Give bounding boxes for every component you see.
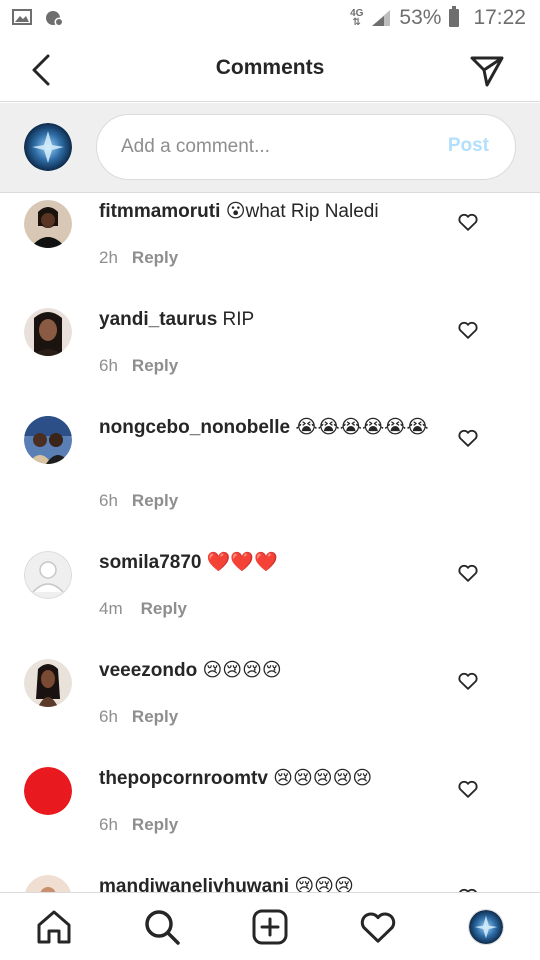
comment-text: fitmmamoruti 😮what Rip Naledi <box>99 198 439 226</box>
post-button[interactable]: Post <box>448 135 489 157</box>
comment-input[interactable] <box>121 115 421 179</box>
comment-text: nongcebo_nonobelle 😭😭😭😭😭😭 <box>99 414 439 442</box>
comment-body: ❤️❤️❤️ <box>206 552 278 573</box>
nav-new-post[interactable] <box>250 907 290 947</box>
home-icon <box>37 910 71 944</box>
comment-composer: Post <box>0 103 540 193</box>
search-icon <box>145 910 180 945</box>
share-button[interactable] <box>466 50 506 90</box>
like-heart-icon[interactable] <box>457 562 479 584</box>
like-heart-icon[interactable] <box>457 670 479 692</box>
clock: 17:22 <box>473 6 526 29</box>
comment-time: 6h <box>99 707 118 726</box>
like-heart-icon[interactable] <box>457 427 479 449</box>
chevron-left-icon <box>32 54 50 86</box>
comment-body: 😢😢😢😢😢 <box>273 768 373 789</box>
comment-body: 😮what Rip Naledi <box>225 201 379 222</box>
battery-icon <box>449 6 460 27</box>
comment-meta: 6h Reply <box>99 491 178 511</box>
comment-meta: 6h Reply <box>99 356 178 376</box>
commenter-avatar[interactable] <box>24 416 72 464</box>
like-heart-icon[interactable] <box>457 319 479 341</box>
comment-time: 4m <box>99 599 123 618</box>
back-button[interactable] <box>22 50 62 90</box>
status-bar: 4G ⇅ 53% 17:22 <box>0 0 540 36</box>
vpn-settings-notification-icon <box>46 11 64 27</box>
bottom-navigation <box>0 892 540 960</box>
comment-meta: 2h Reply <box>99 248 178 268</box>
nav-profile-avatar[interactable] <box>468 909 504 945</box>
red-avatar-fill <box>24 767 72 815</box>
paper-plane-icon <box>470 56 504 87</box>
comment-meta: 6h Reply <box>99 707 178 727</box>
comment-time: 6h <box>99 356 118 375</box>
comments-list: fitmmamoruti 😮what Rip Naledi 2h Reply ya… <box>0 194 540 892</box>
commenter-avatar[interactable] <box>24 308 72 356</box>
commenter-avatar[interactable] <box>24 551 72 599</box>
comment-meta: 4m Reply <box>99 599 187 619</box>
comment-username[interactable]: nongcebo_nonobelle <box>99 417 290 438</box>
nav-search[interactable] <box>142 907 182 947</box>
battery-percent: 53% <box>399 6 442 29</box>
comment-meta: 6h Reply <box>99 815 178 835</box>
signal-strength-icon <box>372 10 391 26</box>
reply-button[interactable]: Reply <box>132 815 178 834</box>
comment-text: thepopcornroomtv 😢😢😢😢😢 <box>99 765 439 793</box>
reply-button[interactable]: Reply <box>132 491 178 510</box>
commenter-avatar[interactable] <box>24 200 72 248</box>
comment-box[interactable]: Post <box>96 114 516 180</box>
comment-username[interactable]: somila7870 <box>99 552 201 573</box>
comment-text: somila7870 ❤️❤️❤️ <box>99 549 439 577</box>
comment-username[interactable]: fitmmamoruti <box>99 201 220 222</box>
comment-username[interactable]: yandi_taurus <box>99 309 217 330</box>
comment-text: mandiwanelivhuwani 😢😢😢 <box>99 873 439 892</box>
own-avatar <box>24 123 72 171</box>
comment-time: 6h <box>99 815 118 834</box>
commenter-avatar[interactable] <box>24 875 72 892</box>
reply-button[interactable]: Reply <box>141 599 187 618</box>
comment-username[interactable]: veeezondo <box>99 660 197 681</box>
reply-button[interactable]: Reply <box>132 356 178 375</box>
nav-home[interactable] <box>34 907 74 947</box>
comment-body: 😢😢😢 <box>294 876 354 892</box>
comment-time: 2h <box>99 248 118 267</box>
comment-body: 😢😢😢😢 <box>202 660 282 681</box>
like-heart-icon[interactable] <box>457 778 479 800</box>
comment-text: yandi_taurus RIP <box>99 306 439 334</box>
activity-heart-icon <box>360 912 396 943</box>
comment-text: veeezondo 😢😢😢😢 <box>99 657 439 685</box>
comment-username[interactable]: mandiwanelivhuwani <box>99 876 289 892</box>
comment-body: RIP <box>222 309 255 330</box>
reply-button[interactable]: Reply <box>132 248 178 267</box>
comment-username[interactable]: thepopcornroomtv <box>99 768 268 789</box>
comments-header: Comments <box>0 36 540 102</box>
gallery-notification-icon <box>12 9 32 25</box>
like-heart-icon[interactable] <box>457 211 479 233</box>
reply-button[interactable]: Reply <box>132 707 178 726</box>
new-post-icon <box>252 909 288 945</box>
nav-activity[interactable] <box>358 907 398 947</box>
comment-body: 😭😭😭😭😭😭 <box>295 417 429 438</box>
network-type: 4G ⇅ <box>350 8 364 28</box>
commenter-avatar[interactable] <box>24 767 72 815</box>
page-title: Comments <box>215 56 325 79</box>
comment-time: 6h <box>99 491 118 510</box>
commenter-avatar[interactable] <box>24 659 72 707</box>
